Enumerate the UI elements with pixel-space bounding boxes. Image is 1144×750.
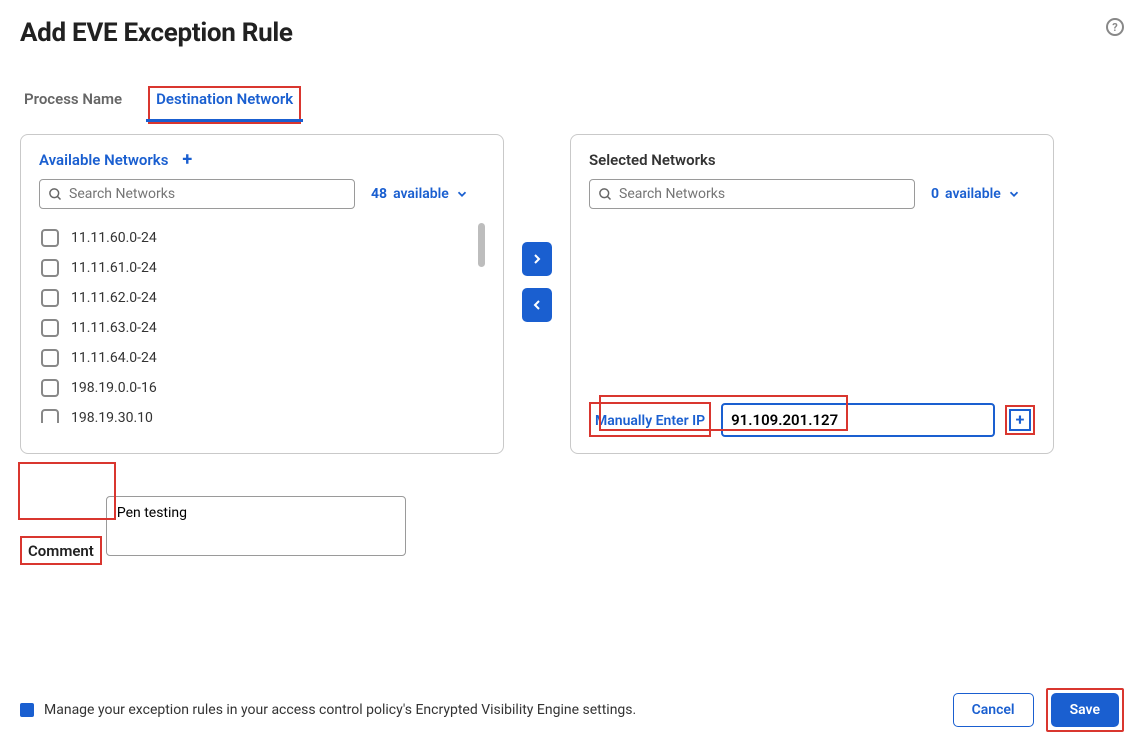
item-label: 11.11.62.0-24 [71,290,157,306]
selected-count-label: available [945,186,1001,202]
save-button[interactable]: Save [1051,693,1119,727]
scrollbar[interactable] [478,223,485,267]
available-count: 48 [371,186,387,202]
move-right-button[interactable] [522,242,552,276]
item-label: 11.11.63.0-24 [71,320,157,336]
selected-search[interactable] [589,179,915,209]
add-ip-button[interactable]: + [1009,409,1031,431]
cancel-button[interactable]: Cancel [953,693,1034,727]
list-item[interactable]: 11.11.64.0-24 [39,343,477,373]
footer-note-text: Manage your exception rules in your acce… [44,702,636,718]
comment-label-highlight: Comment [20,536,102,565]
tabs: Process Name Destination Network [20,90,1124,120]
comment-label: Comment [28,542,94,560]
available-search-input[interactable] [69,186,346,202]
item-label: 198.19.0.0-16 [71,380,157,396]
list-item[interactable]: 11.11.63.0-24 [39,313,477,343]
available-networks-panel: Available Networks + 48 available 11.11.… [20,134,504,454]
tab-label: Process Name [24,90,122,108]
search-icon [598,187,613,202]
item-label: 11.11.64.0-24 [71,350,157,366]
checkbox[interactable] [41,319,59,337]
available-count-label: available [393,186,449,202]
list-item[interactable]: 11.11.62.0-24 [39,283,477,313]
checkbox[interactable] [41,229,59,247]
tab-process-name[interactable]: Process Name [24,90,122,120]
comment-input[interactable] [106,496,406,556]
manual-ip-label-highlight: Manually Enter IP [589,402,711,437]
selected-search-input[interactable] [619,186,906,202]
checkbox[interactable] [41,289,59,307]
list-item[interactable]: 11.11.60.0-24 [39,223,477,253]
item-label: 198.19.30.10 [71,410,153,423]
tab-label: Destination Network [156,90,293,108]
tab-destination-network[interactable]: Destination Network [148,86,301,124]
footer-note: Manage your exception rules in your acce… [20,702,636,718]
selected-count: 0 [931,186,939,202]
add-ip-highlight: + [1005,405,1035,435]
page-title: Add EVE Exception Rule [20,18,293,48]
manual-ip-label: Manually Enter IP [595,413,705,429]
transfer-buttons [522,134,552,322]
available-count-toggle[interactable]: 48 available [371,186,469,202]
chevron-left-icon [529,297,545,313]
add-network-icon[interactable]: + [182,151,192,169]
chevron-right-icon [529,251,545,267]
checkbox[interactable] [41,379,59,397]
manual-ip-input[interactable] [721,403,995,437]
search-icon [48,187,63,202]
selected-count-toggle[interactable]: 0 available [931,186,1021,202]
chevron-down-icon [455,187,469,201]
available-list: 11.11.60.0-24 11.11.61.0-24 11.11.62.0-2… [39,223,485,423]
checkbox[interactable] [41,409,59,423]
info-icon [20,703,34,717]
chevron-down-icon [1007,187,1021,201]
selected-networks-panel: Selected Networks 0 available Manually E… [570,134,1054,454]
item-label: 11.11.60.0-24 [71,230,157,246]
move-left-button[interactable] [522,288,552,322]
item-label: 11.11.61.0-24 [71,260,157,276]
list-item[interactable]: 11.11.61.0-24 [39,253,477,283]
available-networks-title: Available Networks [39,151,168,169]
available-search[interactable] [39,179,355,209]
checkbox[interactable] [41,349,59,367]
selected-networks-title: Selected Networks [589,151,1035,169]
save-highlight: Save [1046,688,1124,732]
help-icon[interactable]: ? [1106,18,1124,36]
tab-underline [146,119,303,122]
checkbox[interactable] [41,259,59,277]
list-item[interactable]: 198.19.0.0-16 [39,373,477,403]
comment-highlight [18,462,116,520]
list-item[interactable]: 198.19.30.10 [39,403,477,423]
